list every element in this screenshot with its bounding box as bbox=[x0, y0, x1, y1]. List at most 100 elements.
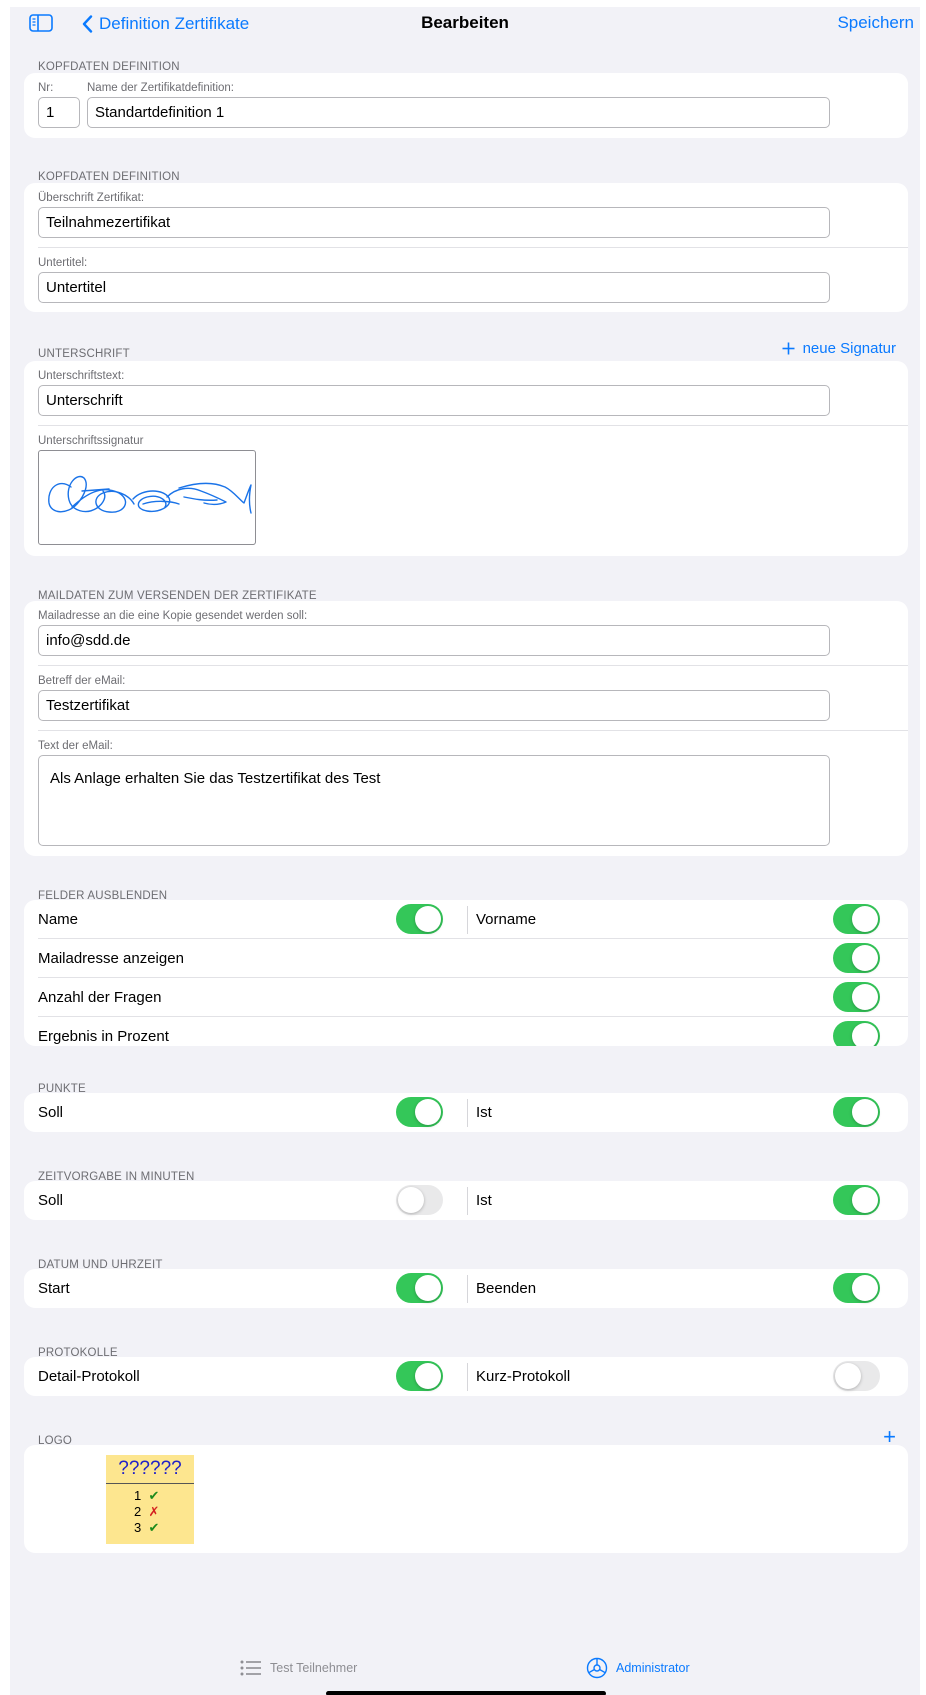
nr-field[interactable]: 1 bbox=[38, 97, 80, 128]
toggle-knob bbox=[415, 906, 441, 932]
points-target-toggle[interactable] bbox=[396, 1097, 443, 1127]
check-icon: ✔ bbox=[148, 1488, 160, 1503]
definition-name-field[interactable]: Standartdefinition 1 bbox=[87, 97, 830, 128]
time-target-label: Soll bbox=[38, 1192, 64, 1209]
divider bbox=[38, 425, 908, 426]
mail-body-textarea[interactable]: Als Anlage erhalten Sie das Testzertifik… bbox=[38, 755, 830, 846]
tab-test-participants[interactable]: Test Teilnehmer bbox=[240, 1660, 357, 1676]
divider bbox=[38, 247, 908, 248]
time-target-toggle[interactable] bbox=[396, 1185, 443, 1215]
result-percent-toggle[interactable] bbox=[833, 1021, 880, 1046]
row-name-firstname: Name Vorname bbox=[24, 900, 908, 939]
end-label: Beenden bbox=[476, 1280, 537, 1297]
row-result-percent: Ergebnis in Prozent bbox=[24, 1017, 908, 1046]
handwritten-signature bbox=[48, 475, 252, 514]
home-indicator bbox=[326, 1691, 606, 1695]
cross-icon: ✗ bbox=[148, 1504, 160, 1519]
mail-body-label: Text der eMail: bbox=[38, 740, 113, 752]
check-icon: ✔ bbox=[148, 1520, 160, 1535]
logo-list: 1 ✔ 2 ✗ 3 ✔ bbox=[134, 1488, 159, 1536]
start-toggle[interactable] bbox=[396, 1273, 443, 1303]
divider bbox=[467, 1363, 468, 1391]
result-percent-label: Ergebnis in Prozent bbox=[38, 1028, 169, 1045]
section-header-kopfdaten-2: KOPFDATEN DEFINITION bbox=[38, 171, 180, 183]
divider bbox=[38, 665, 908, 666]
card-logo: ?????? 1 ✔ 2 ✗ 3 ✔ bbox=[24, 1445, 908, 1553]
app-screen: Definition Zertifikate Bearbeiten Speich… bbox=[10, 7, 920, 1695]
points-actual-label: Ist bbox=[476, 1104, 492, 1121]
row-time: Soll Ist bbox=[24, 1181, 908, 1220]
subtitle-field[interactable]: Untertitel bbox=[38, 272, 830, 303]
mail-address-label: Mailadresse anzeigen bbox=[38, 950, 184, 967]
row-protocols: Detail-Protokoll Kurz-Protokoll bbox=[24, 1357, 908, 1396]
new-signature-label: neue Signatur bbox=[802, 340, 896, 357]
copy-address-field[interactable]: info@sdd.de bbox=[38, 625, 830, 656]
logo-row: 1 ✔ bbox=[134, 1488, 160, 1503]
tab-test-participants-label: Test Teilnehmer bbox=[270, 1661, 358, 1675]
card-hide-fields: Name Vorname Mailadresse anzeigen Anzahl… bbox=[24, 900, 908, 1046]
row-mail-address: Mailadresse anzeigen bbox=[24, 939, 908, 978]
card-protocols: Detail-Protokoll Kurz-Protokoll bbox=[24, 1357, 908, 1396]
time-actual-toggle[interactable] bbox=[833, 1185, 880, 1215]
end-toggle[interactable] bbox=[833, 1273, 880, 1303]
tab-administrator[interactable]: Administrator bbox=[586, 1657, 690, 1679]
detail-protocol-toggle[interactable] bbox=[396, 1361, 443, 1391]
card-time: Soll Ist bbox=[24, 1181, 908, 1220]
name-toggle[interactable] bbox=[396, 904, 443, 934]
card-signature: Unterschriftstext: Unterschrift Untersch… bbox=[24, 361, 908, 556]
signature-pad[interactable] bbox=[38, 450, 256, 545]
logo-image[interactable]: ?????? 1 ✔ 2 ✗ 3 ✔ bbox=[106, 1455, 194, 1544]
toggle-knob bbox=[852, 1275, 878, 1301]
subject-label: Betreff der eMail: bbox=[38, 675, 126, 687]
subject-field[interactable]: Testzertifikat bbox=[38, 690, 830, 721]
headline-label: Überschrift Zertifikat: bbox=[38, 192, 145, 204]
logo-row: 3 ✔ bbox=[134, 1520, 160, 1535]
card-datetime: Start Beenden bbox=[24, 1269, 908, 1308]
logo-divider bbox=[106, 1483, 194, 1484]
definition-name-label: Name der Zertifikatdefinition: bbox=[87, 82, 235, 94]
toggle-knob bbox=[852, 945, 878, 971]
signature-image-label: Unterschriftssignatur bbox=[38, 435, 144, 447]
toggle-knob bbox=[415, 1275, 441, 1301]
row-points: Soll Ist bbox=[24, 1093, 908, 1132]
section-header-kopfdaten: KOPFDATEN DEFINITION bbox=[38, 61, 180, 73]
copy-address-label: Mailadresse an die eine Kopie gesendet w… bbox=[38, 610, 308, 622]
short-protocol-label: Kurz-Protokoll bbox=[476, 1368, 571, 1385]
tab-bar: Test Teilnehmer Administrator bbox=[10, 1651, 920, 1695]
toggle-knob bbox=[852, 984, 878, 1010]
firstname-toggle[interactable] bbox=[833, 904, 880, 934]
logo-title: ?????? bbox=[118, 1458, 182, 1479]
card-kopfdaten: Nr: Name der Zertifikatdefinition: 1 Sta… bbox=[24, 73, 908, 138]
short-protocol-toggle[interactable] bbox=[833, 1361, 880, 1391]
subtitle-label: Untertitel: bbox=[38, 257, 88, 269]
toggle-knob bbox=[852, 1099, 878, 1125]
firstname-label: Vorname bbox=[476, 911, 537, 928]
question-count-label: Anzahl der Fragen bbox=[38, 989, 162, 1006]
divider bbox=[38, 730, 908, 731]
admin-gear-icon bbox=[586, 1657, 608, 1679]
row-question-count: Anzahl der Fragen bbox=[24, 978, 908, 1017]
toggle-knob bbox=[852, 1023, 878, 1046]
tab-administrator-label: Administrator bbox=[616, 1661, 690, 1675]
points-target-label: Soll bbox=[38, 1104, 64, 1121]
logo-row: 2 ✗ bbox=[134, 1504, 160, 1519]
page-title: Bearbeiten bbox=[421, 13, 509, 32]
plus-icon bbox=[782, 342, 795, 355]
divider bbox=[467, 1275, 468, 1303]
card-mail: Mailadresse an die eine Kopie gesendet w… bbox=[24, 601, 908, 856]
mail-address-toggle[interactable] bbox=[833, 943, 880, 973]
points-actual-toggle[interactable] bbox=[833, 1097, 880, 1127]
signature-text-field[interactable]: Unterschrift bbox=[38, 385, 830, 416]
save-button[interactable]: Speichern bbox=[837, 13, 914, 33]
time-actual-label: Ist bbox=[476, 1192, 492, 1209]
card-headline: Überschrift Zertifikat: Teilnahmezertifi… bbox=[24, 183, 908, 312]
headline-field[interactable]: Teilnahmezertifikat bbox=[38, 207, 830, 238]
card-points: Soll Ist bbox=[24, 1093, 908, 1132]
new-signature-button[interactable]: neue Signatur bbox=[782, 340, 896, 357]
detail-protocol-label: Detail-Protokoll bbox=[38, 1368, 140, 1385]
question-count-toggle[interactable] bbox=[833, 982, 880, 1012]
navigation-bar: Definition Zertifikate Bearbeiten Speich… bbox=[10, 7, 920, 37]
toggle-knob bbox=[415, 1099, 441, 1125]
toggle-knob bbox=[398, 1187, 424, 1213]
row-datetime: Start Beenden bbox=[24, 1269, 908, 1308]
